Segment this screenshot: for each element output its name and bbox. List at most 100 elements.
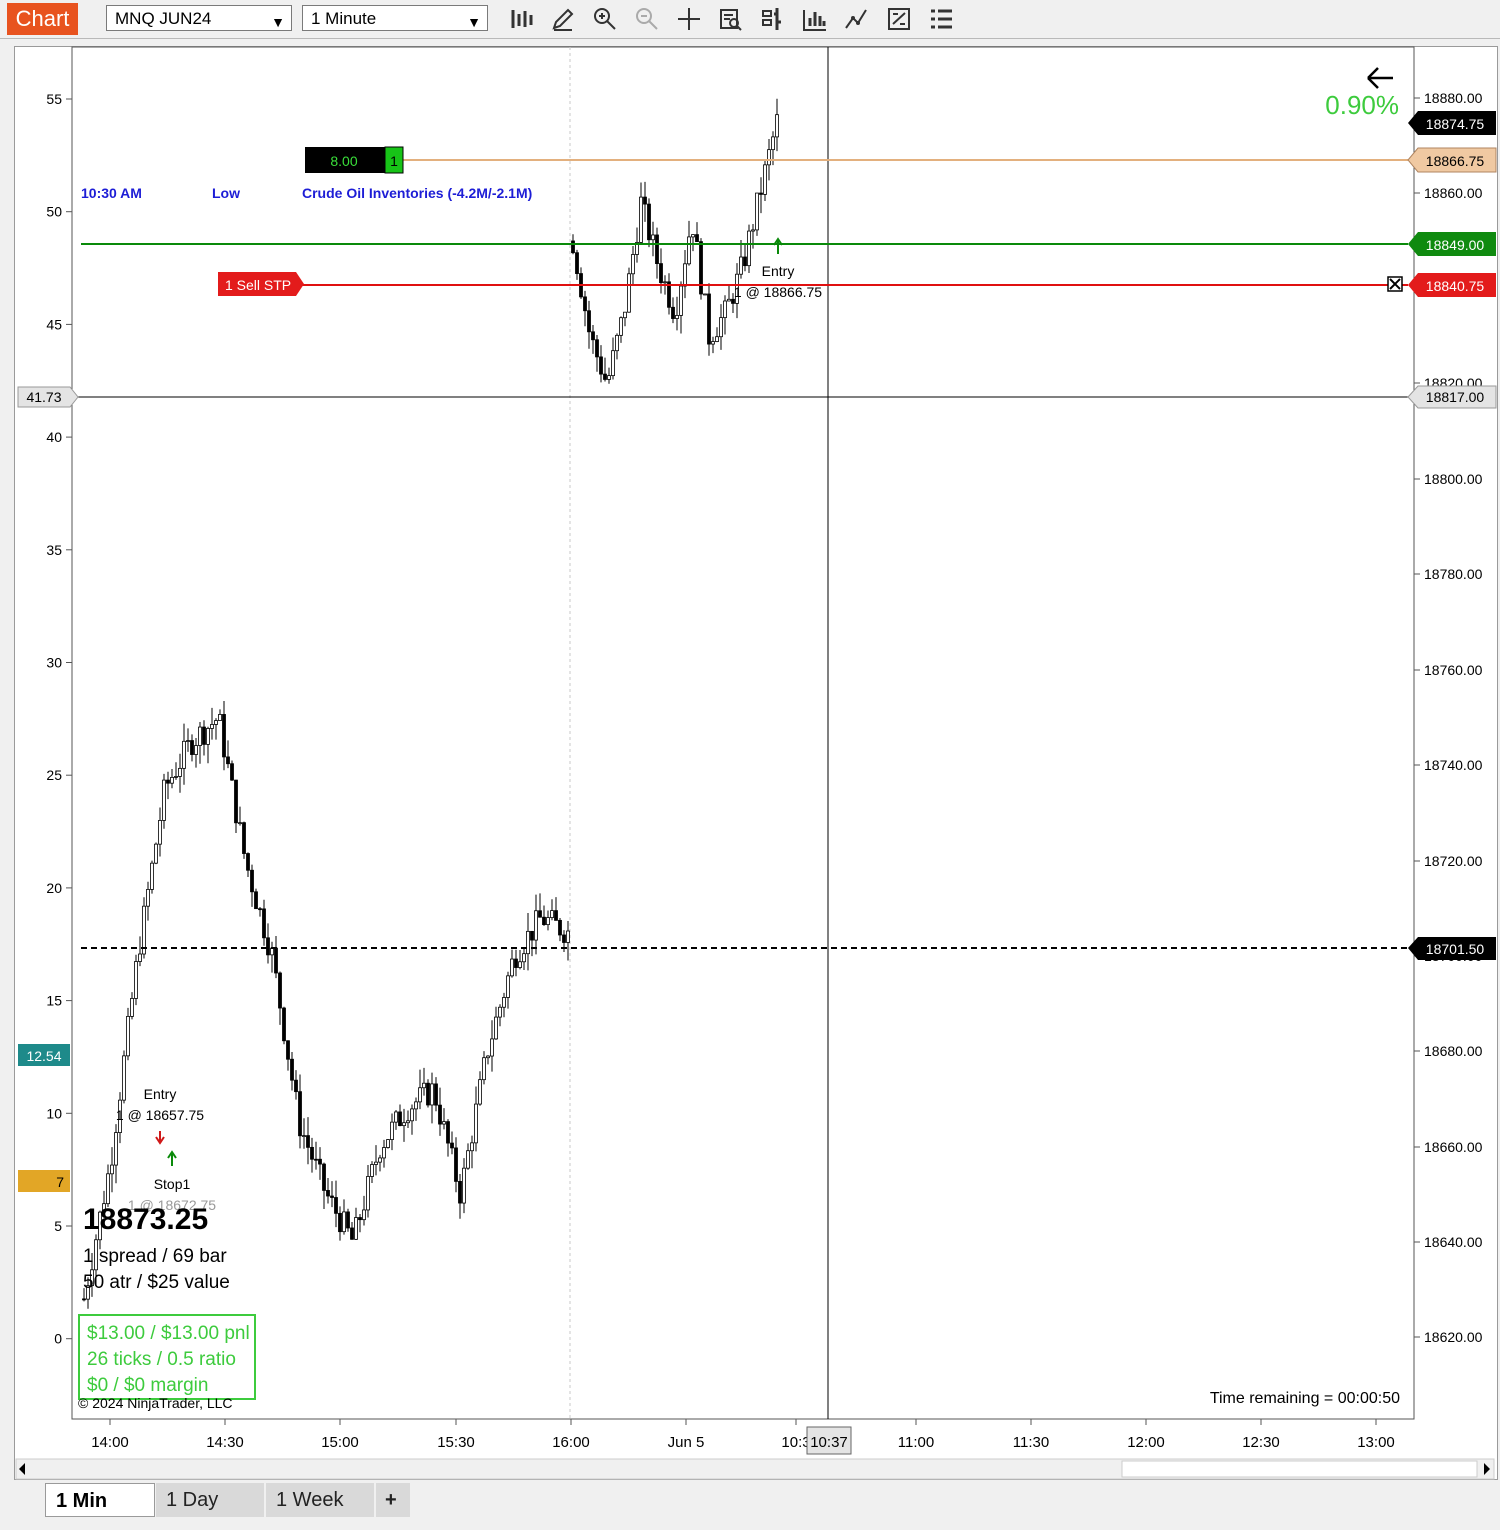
- candle-body: [691, 234, 695, 238]
- candle-body: [474, 1103, 478, 1144]
- candle-body: [374, 1161, 378, 1165]
- news-event: Crude Oil Inventories (-4.2M/-2.1M): [302, 185, 532, 201]
- right-axis-label: 18720.00: [1424, 853, 1483, 869]
- candle-body: [663, 281, 667, 284]
- candle-body: [82, 1298, 86, 1301]
- interval-tabs: 1 Min 1 Day 1 Week +: [0, 1480, 1500, 1530]
- candle-body: [214, 720, 218, 725]
- candle-body: [550, 910, 554, 918]
- candle-body: [482, 1057, 486, 1081]
- time-axis-label: 14:00: [91, 1434, 129, 1451]
- candle-body: [218, 714, 222, 721]
- candle-body: [498, 1006, 502, 1018]
- left-axis-label: 20: [46, 880, 62, 896]
- candle-body: [210, 724, 214, 729]
- candle-body: [603, 373, 607, 380]
- tab-1-min[interactable]: 1 Min: [45, 1483, 155, 1517]
- left-axis-label: 10: [46, 1105, 62, 1121]
- chart-panel[interactable]: 5550454035302520151050 18880.0018860.001…: [0, 0, 1500, 1480]
- right-crosshair-value: 18817.00: [1426, 389, 1485, 405]
- candle-body: [771, 136, 775, 151]
- percent-change: 0.90%: [1325, 90, 1399, 120]
- left-axis-label: 25: [46, 767, 62, 783]
- candle-body: [763, 164, 767, 195]
- entry2-label: Entry: [762, 263, 795, 279]
- candle-body: [386, 1139, 390, 1148]
- candle-body: [414, 1101, 418, 1110]
- target-order-qty: 1: [390, 153, 398, 169]
- target-order-value: 8.00: [330, 153, 357, 169]
- candle-body: [170, 776, 174, 784]
- candle-body: [599, 356, 603, 375]
- candle-body: [699, 241, 703, 295]
- target-price-value: 18866.75: [1426, 153, 1485, 169]
- candle-body: [571, 240, 575, 254]
- candle-body: [246, 853, 250, 871]
- buy-arrow-icon: [773, 237, 783, 254]
- candle-body: [719, 317, 723, 338]
- candle-body: [631, 254, 635, 275]
- add-tab-button[interactable]: +: [376, 1483, 410, 1517]
- candle-body: [378, 1157, 382, 1163]
- candle-body: [659, 263, 663, 284]
- candle-body: [330, 1195, 334, 1198]
- time-axis-label: 15:30: [437, 1434, 475, 1451]
- candle-body: [410, 1108, 414, 1122]
- candle-body: [202, 726, 206, 745]
- candle-body: [671, 306, 675, 319]
- candle-body: [310, 1146, 314, 1160]
- candle-body: [707, 293, 711, 345]
- left-axis-label: 40: [46, 429, 62, 445]
- candle-body: [462, 1167, 466, 1204]
- candle-body: [755, 192, 759, 231]
- candle-body: [222, 714, 226, 758]
- candle-body: [526, 930, 530, 955]
- news-impact: Low: [212, 185, 240, 201]
- candle-body: [326, 1190, 330, 1197]
- candle-body: [591, 331, 595, 341]
- candle-body: [743, 256, 747, 267]
- tab-1-week[interactable]: 1 Week: [266, 1483, 374, 1517]
- candle-body: [767, 149, 771, 166]
- candle-body: [619, 317, 623, 336]
- candle-body: [611, 350, 615, 377]
- candle-body: [687, 236, 691, 265]
- sell-arrow-icon: [155, 1131, 165, 1145]
- candle-body: [430, 1083, 434, 1106]
- left-axis-label: 50: [46, 204, 62, 220]
- candle-body: [639, 196, 643, 243]
- candle-body: [534, 910, 538, 941]
- candle-body: [442, 1121, 446, 1125]
- candle-body: [230, 763, 234, 781]
- candle-body: [478, 1079, 482, 1105]
- candle-body: [643, 196, 647, 205]
- candle-body: [106, 1173, 110, 1205]
- stop1-label: Stop1: [154, 1176, 191, 1192]
- candle-body: [282, 1007, 286, 1042]
- candle-body: [258, 908, 262, 911]
- time-crosshair-value: 10:37: [810, 1434, 848, 1451]
- candle-body: [546, 917, 550, 926]
- candle-body: [739, 256, 743, 275]
- candle-body: [238, 822, 242, 825]
- time-axis-label: 15:00: [321, 1434, 359, 1451]
- buy-arrow-icon: [167, 1150, 177, 1166]
- candle-body: [542, 916, 546, 926]
- candle-body: [122, 1055, 126, 1101]
- right-axis-label: 18800.00: [1424, 471, 1483, 487]
- candle-body: [655, 234, 659, 264]
- scrollbar-thumb[interactable]: [1121, 1460, 1478, 1478]
- candle-body: [406, 1120, 410, 1124]
- right-axis-label: 18880.00: [1424, 90, 1483, 106]
- left-axis-label: 15: [46, 993, 62, 1009]
- candle-body: [346, 1211, 350, 1229]
- candle-body: [342, 1211, 346, 1233]
- candle-body: [366, 1176, 370, 1211]
- time-remaining: Time remaining = 00:00:50: [1210, 1390, 1400, 1407]
- candle-body: [338, 1212, 342, 1233]
- candle-body: [126, 1015, 130, 1057]
- tab-1-day[interactable]: 1 Day: [156, 1483, 264, 1517]
- left-teal-value: 12.54: [26, 1048, 61, 1064]
- candle-body: [490, 1038, 494, 1057]
- back-arrow-icon[interactable]: [1367, 67, 1393, 89]
